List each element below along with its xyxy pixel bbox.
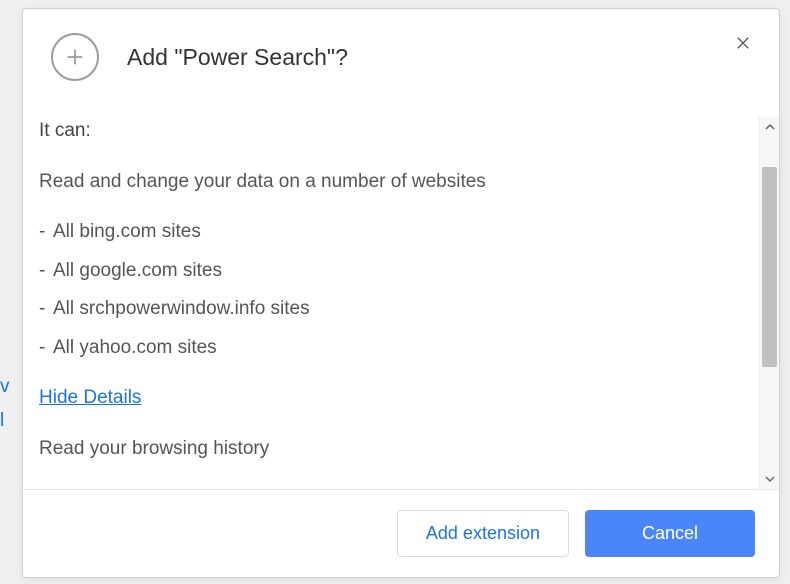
scrollbar[interactable] <box>759 117 779 489</box>
permission-history: Read your browsing history <box>39 435 743 464</box>
dialog-footer: Add extension Cancel <box>23 489 779 577</box>
list-item: All google.com sites <box>39 257 743 286</box>
scroll-up-arrow-icon[interactable] <box>760 117 779 137</box>
extension-install-dialog: Add "Power Search"? It can: Read and cha… <box>22 8 780 578</box>
content-wrapper: It can: Read and change your data on a n… <box>23 117 779 489</box>
add-extension-button[interactable]: Add extension <box>397 510 569 557</box>
sites-list: All bing.com sites All google.com sites … <box>39 218 743 362</box>
permissions-content: It can: Read and change your data on a n… <box>23 117 759 489</box>
dialog-header: Add "Power Search"? <box>23 9 779 89</box>
list-item: All bing.com sites <box>39 218 743 247</box>
permission-read-change: Read and change your data on a number of… <box>39 168 743 197</box>
scroll-down-arrow-icon[interactable] <box>760 469 779 489</box>
list-item: All srchpowerwindow.info sites <box>39 295 743 324</box>
close-button[interactable] <box>729 29 757 57</box>
cancel-button[interactable]: Cancel <box>585 510 755 557</box>
dialog-title: Add "Power Search"? <box>127 44 348 71</box>
scroll-thumb[interactable] <box>762 167 777 367</box>
background-cutoff-text: v l <box>0 370 10 438</box>
intro-text: It can: <box>39 117 743 146</box>
hide-details-link[interactable]: Hide Details <box>39 384 141 413</box>
list-item: All yahoo.com sites <box>39 334 743 363</box>
plus-circle-icon <box>51 33 99 81</box>
close-icon <box>734 34 752 52</box>
scroll-track[interactable] <box>760 137 779 469</box>
